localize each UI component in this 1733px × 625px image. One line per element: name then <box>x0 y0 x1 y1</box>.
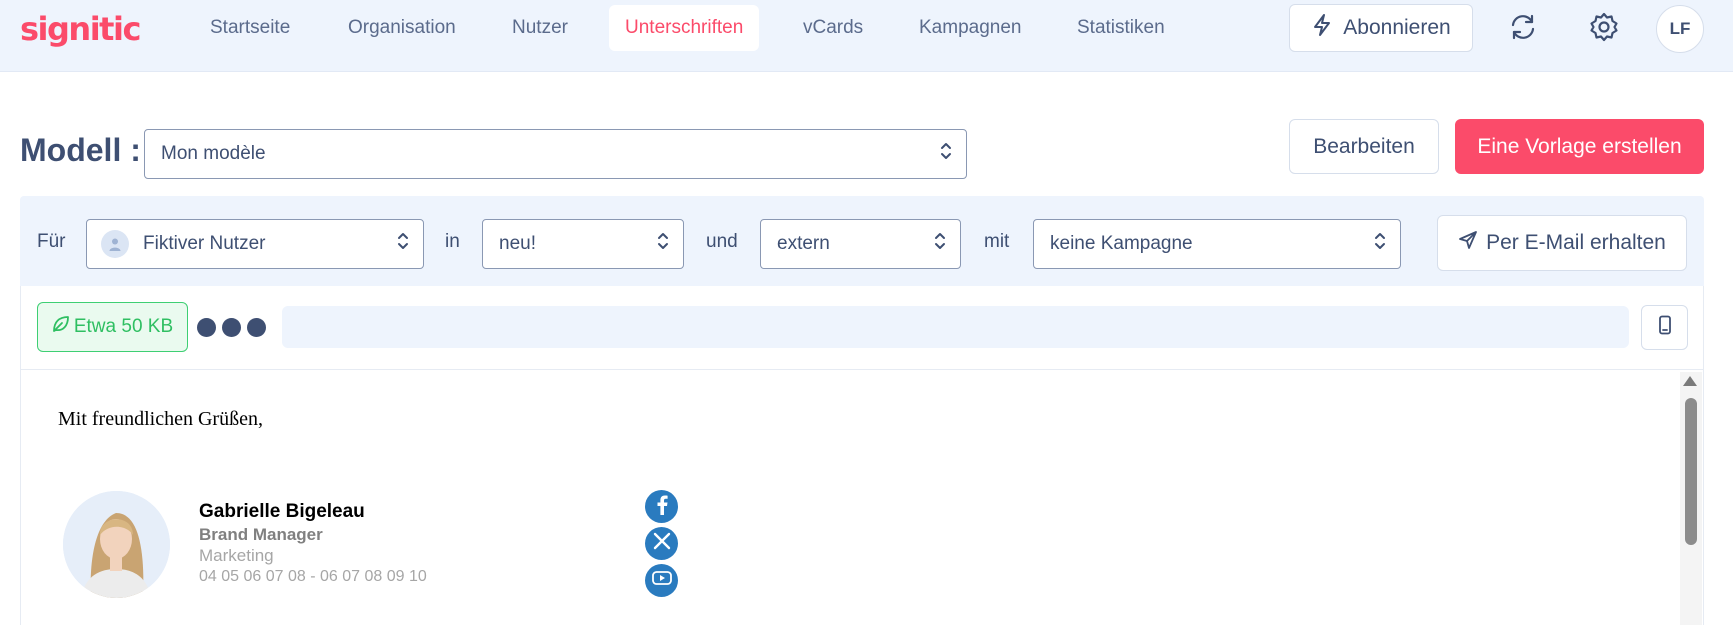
subscribe-button[interactable]: Abonnieren <box>1289 4 1473 52</box>
more-options-dot[interactable] <box>222 318 241 337</box>
filter-label-in: in <box>445 231 460 252</box>
filter-label-and: und <box>706 231 738 252</box>
user-icon <box>101 230 129 258</box>
group-select[interactable]: neu! <box>482 219 684 269</box>
type-select[interactable]: extern <box>760 219 961 269</box>
signitic-logo[interactable]: signitic <box>20 10 141 48</box>
signature-title: Brand Manager <box>199 525 323 544</box>
scrollbar-thumb[interactable] <box>1685 398 1697 545</box>
chevron-up-down-icon <box>940 140 952 168</box>
send-by-email-button[interactable]: Per E-Mail erhalten <box>1437 215 1687 271</box>
nav-item-nutzer[interactable]: Nutzer <box>496 5 584 51</box>
edit-button[interactable]: Bearbeiten <box>1289 119 1439 174</box>
campaign-select[interactable]: keine Kampagne <box>1033 219 1401 269</box>
type-select-value: extern <box>777 233 830 254</box>
nav-item-vcards[interactable]: vCards <box>787 5 879 51</box>
x-icon <box>653 532 671 555</box>
youtube-icon <box>651 570 672 591</box>
nav-item-kampagnen[interactable]: Kampagnen <box>903 5 1037 51</box>
nav-item-statistiken[interactable]: Statistiken <box>1061 5 1181 51</box>
signature-preview <box>20 370 1704 625</box>
more-options-dot[interactable] <box>197 318 216 337</box>
gear-icon <box>1588 11 1620 48</box>
subscribe-label: Abonnieren <box>1343 16 1451 39</box>
chevron-up-down-icon <box>397 230 409 258</box>
signature-department: Marketing <box>199 546 274 565</box>
lightning-icon <box>1311 13 1333 43</box>
profile-photo <box>63 491 170 598</box>
create-template-button[interactable]: Eine Vorlage erstellen <box>1455 119 1704 174</box>
mobile-icon <box>1658 315 1672 340</box>
top-navigation-bar: signitic Startseite Organisation Nutzer … <box>0 0 1733 72</box>
greeting-text: Mit freundlichen Grüßen, <box>58 408 263 430</box>
nav-item-unterschriften[interactable]: Unterschriften <box>609 5 760 51</box>
size-badge: Etwa 50 KB <box>37 302 188 352</box>
user-select-value: Fiktiver Nutzer <box>143 233 266 254</box>
youtube-link[interactable] <box>645 564 678 597</box>
chevron-up-down-icon <box>657 230 669 258</box>
filter-label-with: mit <box>984 231 1010 252</box>
more-options-dot[interactable] <box>247 318 266 337</box>
signature-name: Gabrielle Bigeleau <box>199 501 365 522</box>
model-label: Modell : <box>20 132 141 168</box>
user-avatar[interactable]: LF <box>1656 5 1704 53</box>
facebook-icon <box>653 493 671 520</box>
sync-icon <box>1507 11 1539 48</box>
filter-label-for: Für <box>37 231 66 252</box>
signature-phones: 04 05 06 07 08 - 06 07 08 09 10 <box>199 568 427 585</box>
scroll-up-arrow[interactable] <box>1683 376 1697 386</box>
nav-item-startseite[interactable]: Startseite <box>194 5 306 51</box>
group-select-value: neu! <box>499 233 536 254</box>
sync-button[interactable] <box>1500 6 1546 52</box>
leaf-icon <box>52 315 70 339</box>
chevron-up-down-icon <box>934 230 946 258</box>
model-select-value: Mon modèle <box>161 143 266 164</box>
x-link[interactable] <box>645 527 678 560</box>
user-select[interactable]: Fiktiver Nutzer <box>86 219 424 269</box>
facebook-link[interactable] <box>645 490 678 523</box>
campaign-select-value: keine Kampagne <box>1050 233 1193 254</box>
chevron-up-down-icon <box>1374 230 1386 258</box>
settings-button[interactable] <box>1581 6 1627 52</box>
mobile-preview-button[interactable] <box>1641 305 1688 350</box>
send-by-email-label: Per E-Mail erhalten <box>1486 231 1666 254</box>
send-icon <box>1458 230 1478 256</box>
model-select[interactable]: Mon modèle <box>144 129 967 179</box>
nav-item-organisation[interactable]: Organisation <box>332 5 472 51</box>
size-badge-label: Etwa 50 KB <box>73 316 174 337</box>
preview-subject-field[interactable] <box>282 306 1629 348</box>
